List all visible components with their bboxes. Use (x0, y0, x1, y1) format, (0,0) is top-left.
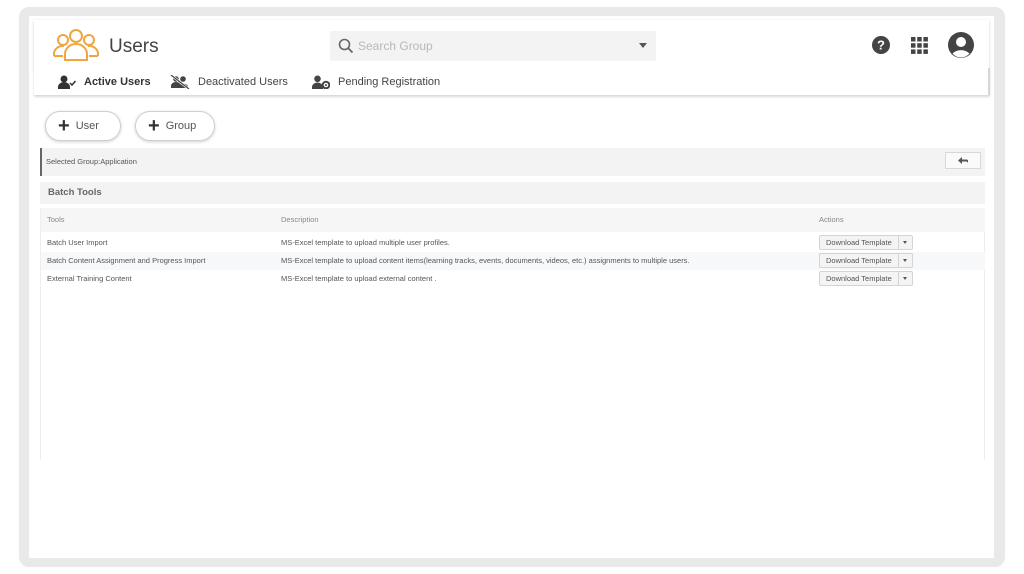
user-gear-icon (312, 75, 330, 89)
batch-tools-header: Batch Tools (40, 182, 985, 204)
selected-group-label: Selected Group:Application (46, 157, 137, 166)
tab-active-users[interactable]: Active Users (58, 73, 151, 91)
tab-label: Active Users (84, 76, 151, 88)
chevron-down-icon[interactable] (899, 272, 912, 285)
tool-name: External Training Content (47, 274, 132, 283)
download-template-split-button: Download Template (819, 235, 913, 250)
add-user-button[interactable]: + User (45, 111, 121, 141)
user-tabs: Active Users Deactivated Users Pending R… (34, 68, 990, 95)
table-row: External Training Content MS-Excel templ… (41, 270, 985, 288)
download-template-button[interactable]: Download Template (820, 272, 899, 285)
table-row: Batch User Import MS-Excel template to u… (41, 234, 985, 252)
download-template-split-button: Download Template (819, 253, 913, 268)
chevron-down-icon[interactable] (639, 43, 647, 48)
download-template-button[interactable]: Download Template (820, 254, 899, 267)
download-template-split-button: Download Template (819, 271, 913, 286)
account-icon[interactable] (947, 31, 975, 59)
selected-group-bar: Selected Group:Application (40, 148, 985, 176)
svg-text:?: ? (877, 38, 885, 53)
batch-tools-table: Tools Description Actions Batch User Imp… (40, 208, 985, 460)
section-title: Batch Tools (48, 187, 102, 198)
tool-name: Batch Content Assignment and Progress Im… (47, 256, 206, 265)
search-icon (338, 38, 354, 54)
tool-description: MS-Excel template to upload external con… (281, 274, 437, 283)
add-group-label: Group (165, 120, 197, 132)
tool-name: Batch User Import (47, 238, 108, 247)
user-check-icon (58, 75, 76, 89)
add-group-button[interactable]: + Group (135, 111, 215, 141)
tool-description: MS-Excel template to upload content item… (281, 256, 690, 265)
app-header: Users ? (34, 20, 989, 70)
tab-label: Deactivated Users (198, 76, 288, 88)
plus-icon: + (148, 115, 160, 137)
search-group-input[interactable] (358, 36, 628, 56)
column-header-tools: Tools (47, 215, 65, 224)
chevron-down-icon[interactable] (899, 254, 912, 267)
apps-grid-icon[interactable] (911, 37, 928, 54)
column-header-actions: Actions (819, 215, 844, 224)
download-template-button[interactable]: Download Template (820, 236, 899, 249)
page-title: Users (109, 36, 159, 57)
reply-arrow-icon (957, 156, 968, 164)
help-icon[interactable]: ? (872, 36, 890, 54)
tab-deactivated-users[interactable]: Deactivated Users (170, 73, 288, 91)
search-group-dropdown[interactable] (330, 31, 656, 61)
tool-description: MS-Excel template to upload multiple use… (281, 238, 450, 247)
table-row: Batch Content Assignment and Progress Im… (41, 252, 985, 270)
column-header-description: Description (281, 215, 319, 224)
table-header: Tools Description Actions (41, 208, 985, 232)
back-button[interactable] (945, 152, 981, 169)
chevron-down-icon[interactable] (899, 236, 912, 249)
tab-label: Pending Registration (338, 76, 441, 88)
add-user-label: User (75, 120, 99, 132)
users-slash-icon (170, 75, 190, 89)
plus-icon: + (58, 115, 70, 137)
tab-pending-registration[interactable]: Pending Registration (312, 73, 440, 91)
users-group-icon (53, 29, 99, 61)
